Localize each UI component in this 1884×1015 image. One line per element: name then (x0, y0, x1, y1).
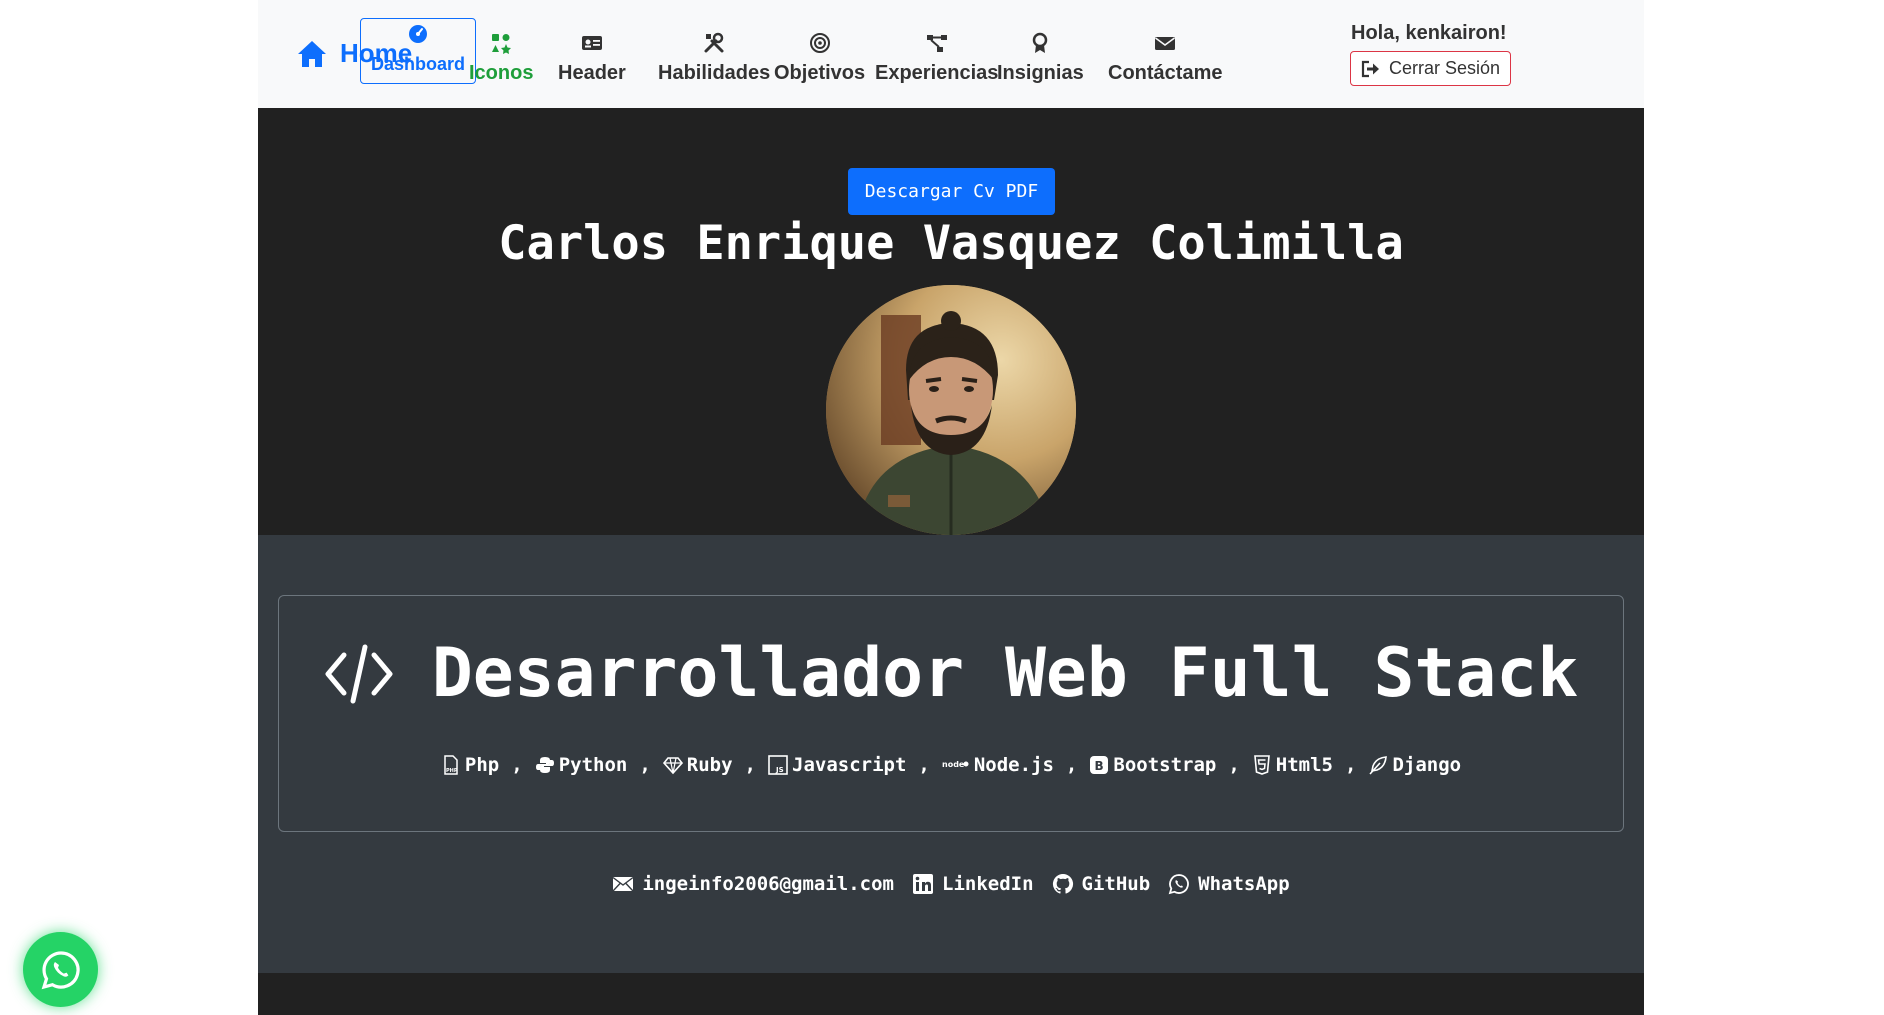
envelope-icon (612, 876, 634, 892)
role-title-text: Desarrollador Web Full Stack (431, 634, 1579, 713)
skill-django: Django (1368, 754, 1461, 776)
github-label: GitHub (1081, 873, 1151, 895)
skill-nodejs-label: Node.js (973, 754, 1054, 776)
nav-habilidades-label: Habilidades (658, 62, 771, 84)
hero-section: Descargar Cv PDF Carlos Enrique Vasquez … (258, 108, 1644, 535)
php-file-icon: PHP (444, 755, 458, 775)
skill-separator: , (1228, 754, 1240, 776)
full-name: Carlos Enrique Vasquez Colimilla (498, 216, 1404, 271)
gem-icon (662, 757, 683, 775)
whatsapp-label: WhatsApp (1198, 873, 1290, 895)
skill-separator: , (1344, 754, 1357, 776)
tools-icon (704, 32, 724, 53)
skill-django-label: Django (1392, 754, 1462, 776)
skill-separator: , (511, 754, 523, 776)
code-slash-icon (325, 644, 393, 703)
js-icon: JS (768, 755, 788, 775)
nav-insignias-label: Insignias (997, 62, 1084, 84)
award-icon (1033, 32, 1048, 53)
nav-objetivos[interactable]: Objetivos (774, 18, 865, 84)
nav-dashboard-label: Dashboard (371, 54, 466, 74)
email-label: ingeinfo2006@gmail.com (642, 873, 894, 895)
nav-habilidades[interactable]: Habilidades (658, 18, 770, 84)
skill-html5-label: Html5 (1275, 754, 1333, 776)
role-title: Desarrollador Web Full Stack (279, 634, 1623, 713)
skill-bootstrap: B Bootstrap (1089, 754, 1216, 776)
feather-icon (1369, 756, 1388, 775)
skill-ruby: Ruby (662, 754, 733, 776)
skill-separator: , (918, 754, 930, 776)
navbar: Home Dashboard Iconos Header Habilidades… (258, 0, 1644, 108)
skill-python: Python (535, 754, 628, 776)
whatsapp-icon (41, 950, 80, 989)
avatar-illustration (826, 285, 1076, 535)
user-greeting: Hola, kenkairon! (1351, 22, 1507, 44)
skill-separator: , (1065, 754, 1078, 776)
linkedin-icon (913, 874, 933, 894)
whatsapp-icon (1168, 874, 1190, 895)
html5-icon (1253, 755, 1270, 775)
skill-separator: , (639, 754, 651, 776)
svg-text:PHP: PHP (446, 768, 458, 774)
contact-links: ingeinfo2006@gmail.com LinkedIn GitHub W… (258, 873, 1644, 895)
skill-separator: , (744, 754, 756, 776)
nav-insignias[interactable]: Insignias (997, 18, 1084, 84)
page: Home Dashboard Iconos Header Habilidades… (258, 0, 1644, 1015)
id-card-icon (581, 36, 602, 50)
avatar (826, 285, 1076, 535)
title-card: Desarrollador Web Full Stack PHP Php , P… (278, 595, 1624, 832)
logout-button[interactable]: Cerrar Sesión (1350, 51, 1512, 86)
user-box: Hola, kenkairon! Cerrar Sesión (1350, 22, 1512, 86)
nodejs-icon: node (942, 760, 969, 769)
whatsapp-link[interactable]: WhatsApp (1168, 873, 1290, 895)
nav-header[interactable]: Header (558, 18, 626, 84)
gauge-icon (409, 25, 428, 43)
linkedin-link[interactable]: LinkedIn (912, 873, 1034, 895)
bootstrap-icon: B (1090, 756, 1109, 774)
nav-experiencias[interactable]: Experiencias (875, 18, 998, 84)
skill-nodejs: node Node.js (942, 754, 1054, 776)
download-cv-button[interactable]: Descargar Cv PDF (848, 168, 1055, 215)
skill-php: PHP Php (441, 754, 499, 776)
email-link[interactable]: ingeinfo2006@gmail.com (612, 873, 894, 895)
nav-contactame-label: Contáctame (1108, 62, 1223, 84)
linkedin-label: LinkedIn (942, 873, 1034, 895)
nav-experiencias-label: Experiencias (875, 62, 999, 84)
home-icon (298, 40, 326, 67)
skill-bootstrap-label: Bootstrap (1113, 754, 1217, 776)
nav-iconos[interactable]: Iconos (469, 18, 533, 84)
logout-label: Cerrar Sesión (1389, 58, 1501, 78)
nav-contactame[interactable]: Contáctame (1108, 18, 1222, 84)
svg-text:B: B (1095, 759, 1104, 773)
python-icon (535, 757, 554, 773)
target-icon (809, 33, 830, 53)
svg-text:JS: JS (775, 766, 784, 774)
skill-javascript: JS Javascript (768, 754, 906, 776)
nav-header-label: Header (558, 62, 626, 84)
skill-php-label: Php (464, 754, 500, 776)
skill-html5: Html5 (1252, 754, 1333, 776)
nav-iconos-label: Iconos (469, 62, 534, 84)
svg-text:node: node (942, 760, 965, 769)
github-link[interactable]: GitHub (1052, 873, 1151, 895)
footer-bar (258, 973, 1644, 1015)
sign-out-icon (1361, 60, 1379, 77)
github-icon (1052, 873, 1073, 894)
nav-objetivos-label: Objetivos (774, 62, 866, 84)
profile-section: Desarrollador Web Full Stack PHP Php , P… (258, 535, 1644, 973)
skill-python-label: Python (558, 754, 628, 776)
skills-list: PHP Php , Python , Ruby , JS Javascript … (279, 754, 1623, 776)
nav-dashboard[interactable]: Dashboard (360, 18, 477, 84)
icons-grid-icon (492, 34, 512, 54)
diagram-icon (926, 35, 947, 52)
whatsapp-float-button[interactable] (23, 932, 98, 1007)
skill-javascript-label: Javascript (792, 754, 907, 776)
envelope-icon (1155, 37, 1176, 50)
skill-ruby-label: Ruby (686, 754, 733, 776)
